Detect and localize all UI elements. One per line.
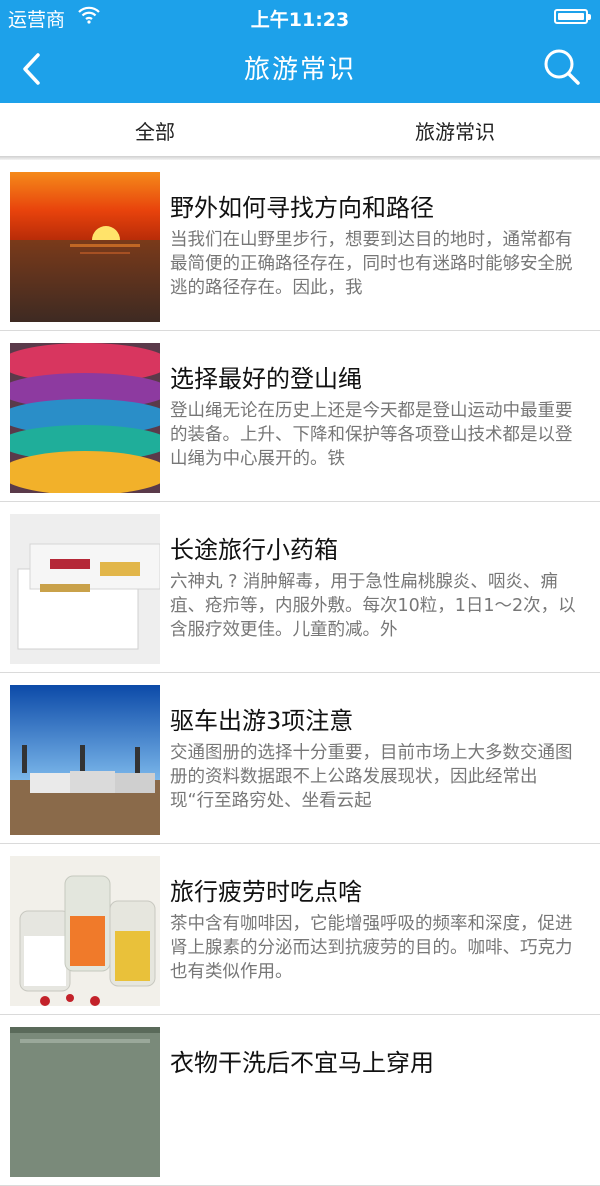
article-summary: [170, 1083, 580, 1155]
battery-icon: [554, 9, 591, 24]
list-item[interactable]: 驱车出游3项注意 交通图册的选择十分重要，目前市场上大多数交通图册的资料数据跟不…: [0, 673, 600, 844]
climbing-rope-thumbnail: [10, 343, 160, 493]
clothes-rack-thumbnail: [10, 1027, 160, 1177]
road-trip-thumbnail: [10, 685, 160, 835]
status-bar: 运营商 上午11:23: [0, 0, 600, 34]
tab-travel-tips[interactable]: 旅游常识: [305, 103, 600, 159]
tab-all[interactable]: 全部: [5, 103, 305, 159]
app-header: 运营商 上午11:23 旅游常识: [0, 0, 600, 103]
article-title: 选择最好的登山绳: [170, 365, 362, 393]
list-item[interactable]: 选择最好的登山绳 登山绳无论在历史上还是今天都是登山运动中最重要的装备。上升、下…: [0, 331, 600, 502]
search-icon[interactable]: [542, 47, 582, 87]
page-title: 旅游常识: [243, 55, 356, 85]
article-title: 野外如何寻找方向和路径: [170, 194, 434, 222]
article-summary: 当我们在山野里步行，想要到达目的地时，通常都有最简便的正确路径存在，同时也有迷路…: [170, 230, 573, 298]
article-summary: 六神丸 ? 消肿解毒，用于急性扁桃腺炎、咽炎、痈疽、疮疖等，内服外敷。每次10粒…: [170, 572, 576, 640]
article-title: 长途旅行小药箱: [170, 536, 338, 564]
list-item[interactable]: 野外如何寻找方向和路径 当我们在山野里步行，想要到达目的地时，通常都有最简便的正…: [0, 160, 600, 331]
navigation-bar: 旅游常识: [0, 34, 600, 103]
article-title: 驱车出游3项注意: [170, 707, 354, 735]
medicine-box-thumbnail: [10, 514, 160, 664]
article-summary: 登山绳无论在历史上还是今天都是登山运动中最重要的装备。上升、下降和保护等各项登山…: [170, 401, 573, 469]
list-item[interactable]: 衣物干洗后不宜马上穿用: [0, 1015, 600, 1186]
article-list: 野外如何寻找方向和路径 当我们在山野里步行，想要到达目的地时，通常都有最简便的正…: [0, 160, 600, 1186]
article-summary: 茶中含有咖啡因，它能增强呼吸的频率和深度，促进肾上腺素的分泌而达到抗疲劳的目的。…: [170, 914, 573, 982]
category-tabs: 全部 旅游常识: [0, 103, 600, 160]
sunset-thumbnail: [10, 172, 160, 322]
article-title: 衣物干洗后不宜马上穿用: [170, 1049, 434, 1077]
article-title: 旅行疲劳时吃点啥: [170, 878, 362, 906]
status-time: 上午11:23: [250, 9, 350, 31]
pill-jars-thumbnail: [10, 856, 160, 1006]
article-summary: 交通图册的选择十分重要，目前市场上大多数交通图册的资料数据跟不上公路发展现状，因…: [170, 743, 573, 811]
list-item[interactable]: 旅行疲劳时吃点啥 茶中含有咖啡因，它能增强呼吸的频率和深度，促进肾上腺素的分泌而…: [0, 844, 600, 1015]
list-item[interactable]: 长途旅行小药箱 六神丸 ? 消肿解毒，用于急性扁桃腺炎、咽炎、痈疽、疮疖等，内服…: [0, 502, 600, 673]
